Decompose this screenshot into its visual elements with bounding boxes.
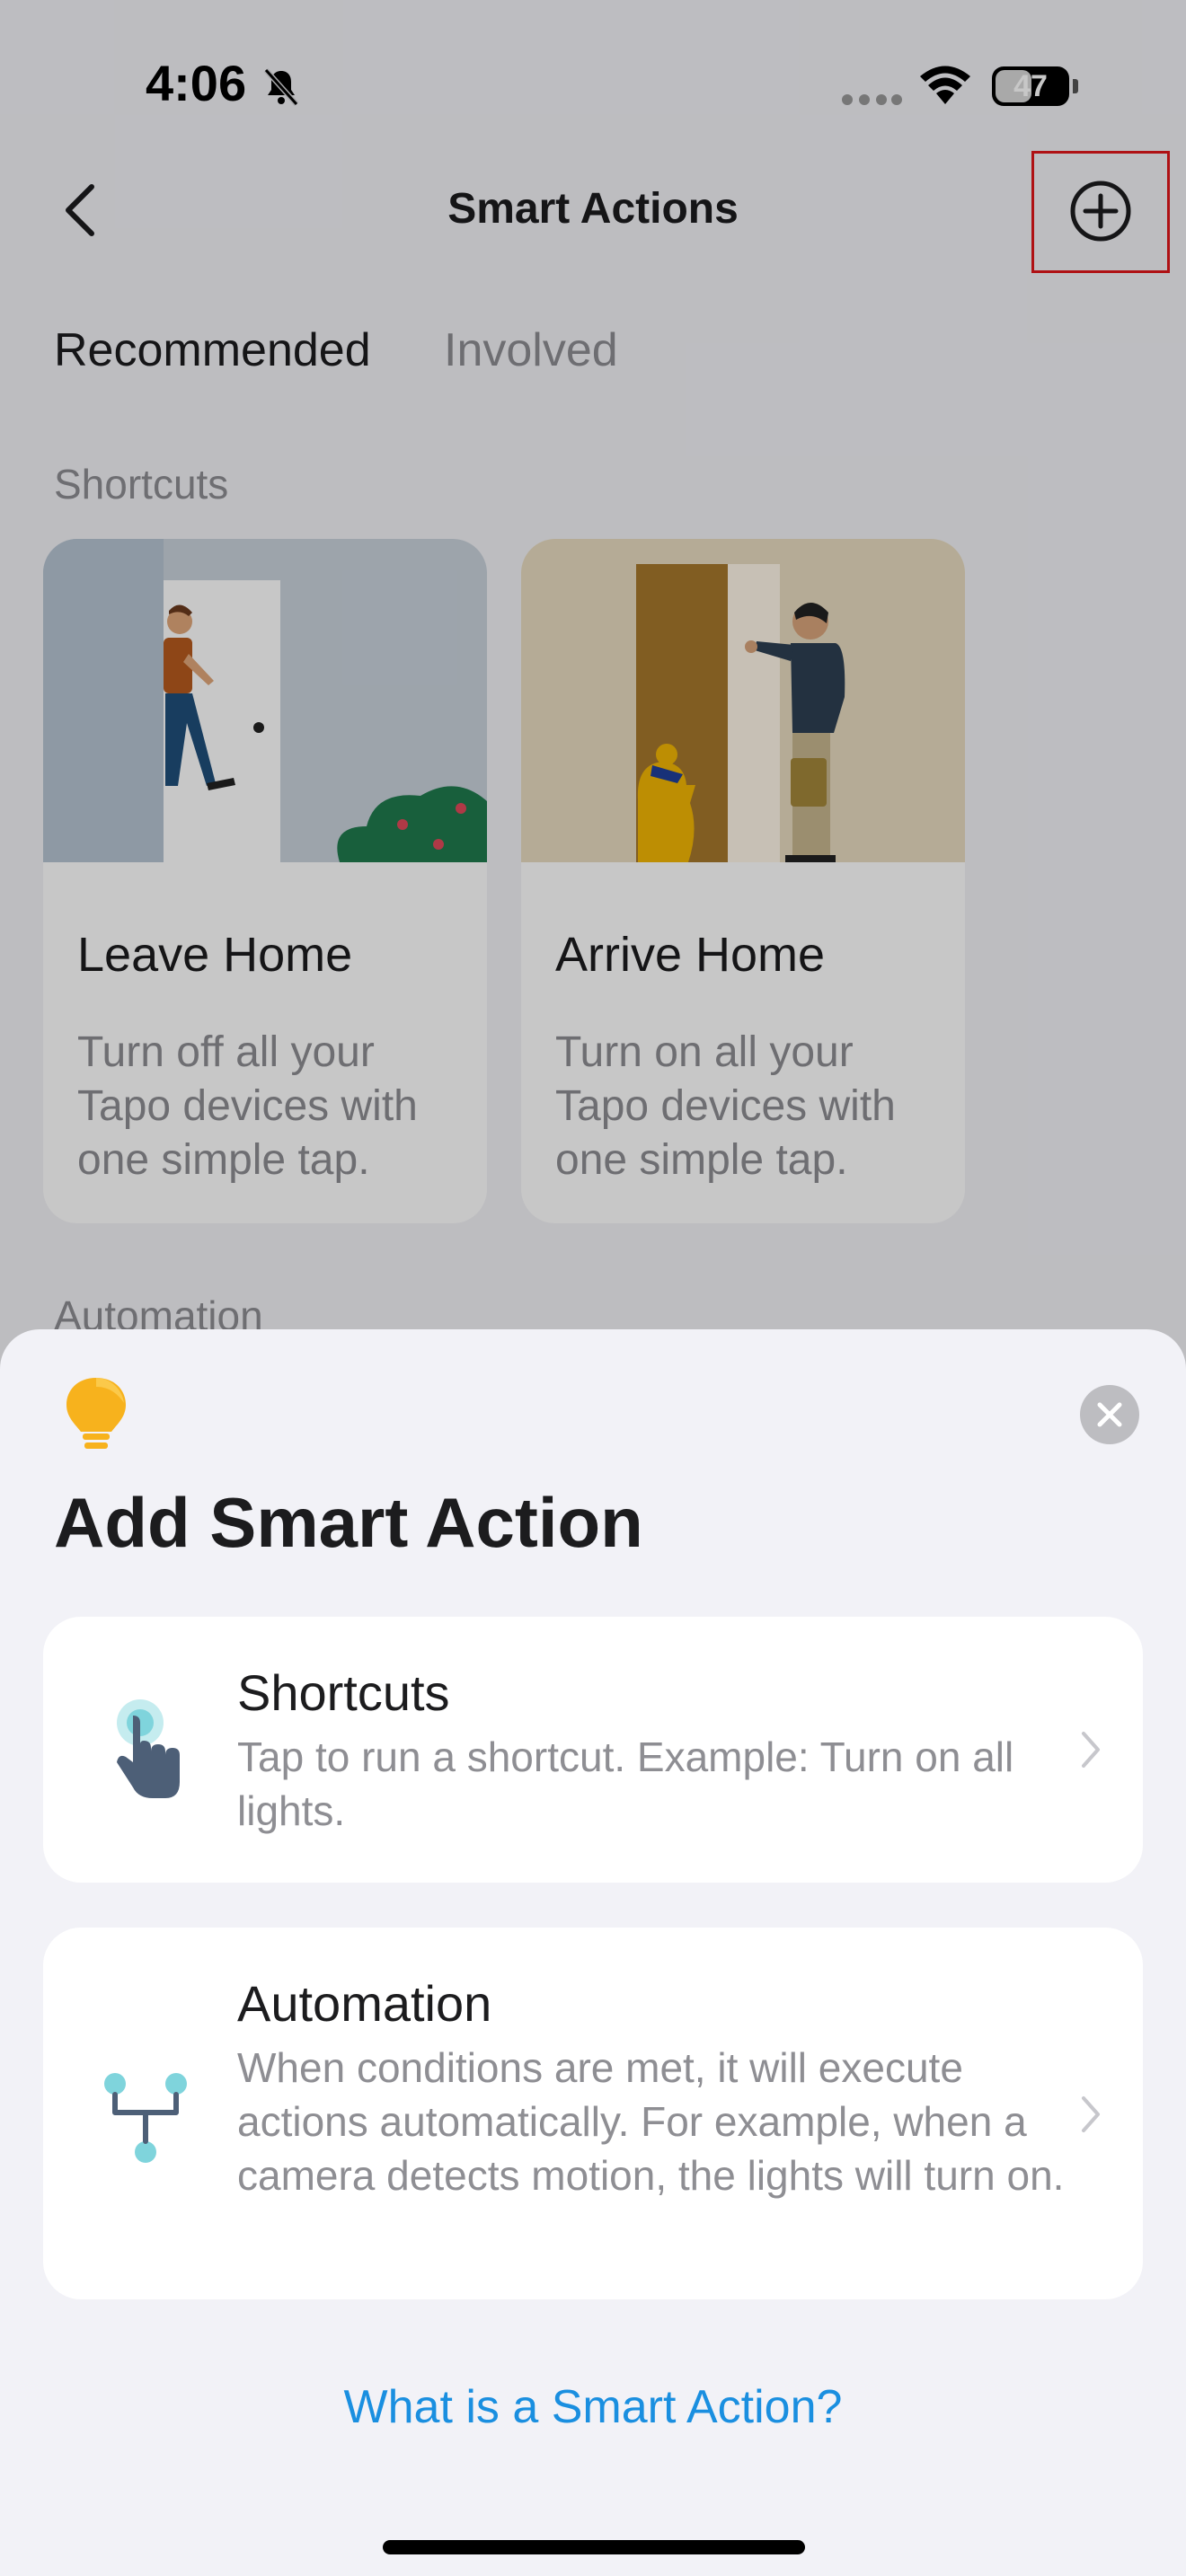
shortcuts-option[interactable]: Shortcuts Tap to run a shortcut. Example… [43, 1617, 1143, 1883]
close-button[interactable] [1080, 1385, 1139, 1444]
lightbulb-icon [66, 1378, 126, 1449]
automation-option[interactable]: Automation When conditions are met, it w… [43, 1928, 1143, 2299]
what-is-smart-action-link[interactable]: What is a Smart Action? [0, 2380, 1186, 2434]
sheet-title: Add Smart Action [54, 1483, 643, 1562]
option-title: Shortcuts [237, 1664, 450, 1721]
option-description: When conditions are met, it will execute… [237, 2044, 1065, 2199]
home-indicator[interactable] [383, 2540, 805, 2554]
chevron-right-icon [1082, 1732, 1100, 1768]
close-icon [1097, 1402, 1122, 1427]
chevron-right-icon [1082, 2096, 1100, 2132]
flow-branch-icon [104, 2073, 187, 2163]
option-title: Automation [237, 1975, 492, 2032]
option-description: Tap to run a shortcut. Example: Turn on … [237, 1734, 1014, 1834]
tap-hand-icon [117, 1699, 180, 1798]
